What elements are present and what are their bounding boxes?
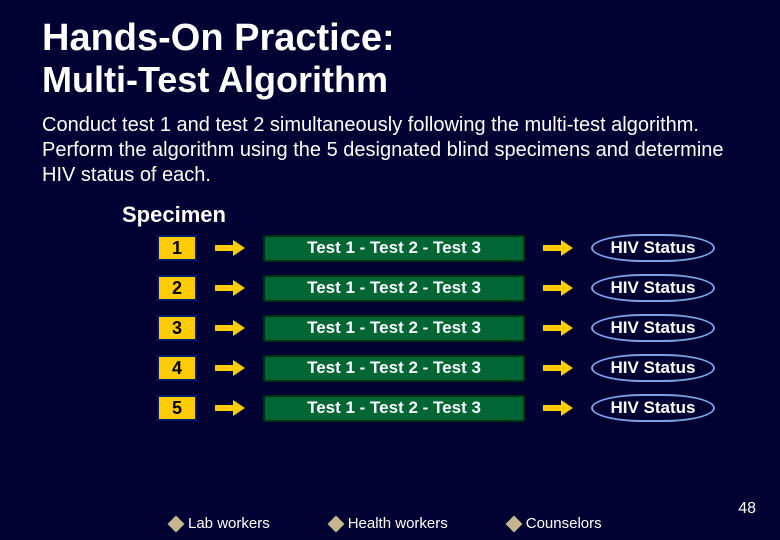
tests-box: Test 1 - Test 2 - Test 3 bbox=[263, 275, 525, 302]
tests-box: Test 1 - Test 2 - Test 3 bbox=[263, 315, 525, 342]
specimen-row: 3 Test 1 - Test 2 - Test 3 HIV Status bbox=[157, 314, 738, 342]
specimen-heading: Specimen bbox=[122, 202, 738, 228]
specimen-row: 1 Test 1 - Test 2 - Test 3 HIV Status bbox=[157, 234, 738, 262]
specimen-number-box: 5 bbox=[157, 395, 197, 421]
hiv-status-box: HIV Status bbox=[591, 234, 715, 262]
tests-box: Test 1 - Test 2 - Test 3 bbox=[263, 355, 525, 382]
arrow-right-icon bbox=[215, 319, 245, 337]
arrow-right-icon bbox=[543, 399, 573, 417]
hiv-status-box: HIV Status bbox=[591, 314, 715, 342]
specimen-rows: 1 Test 1 - Test 2 - Test 3 HIV Status 2 … bbox=[157, 234, 738, 422]
arrow-right-icon bbox=[543, 279, 573, 297]
arrow-right-icon bbox=[215, 359, 245, 377]
legend-label: Health workers bbox=[348, 515, 448, 532]
legend-item: Counselors bbox=[508, 515, 602, 532]
arrow-right-icon bbox=[215, 399, 245, 417]
specimen-number-box: 2 bbox=[157, 275, 197, 301]
arrow-right-icon bbox=[215, 239, 245, 257]
tests-box: Test 1 - Test 2 - Test 3 bbox=[263, 235, 525, 262]
slide-number: 48 bbox=[738, 500, 756, 518]
slide-body-text: Conduct test 1 and test 2 simultaneously… bbox=[42, 113, 738, 188]
arrow-right-icon bbox=[543, 359, 573, 377]
hiv-status-box: HIV Status bbox=[591, 274, 715, 302]
specimen-row: 4 Test 1 - Test 2 - Test 3 HIV Status bbox=[157, 354, 738, 382]
tests-box: Test 1 - Test 2 - Test 3 bbox=[263, 395, 525, 422]
specimen-row: 5 Test 1 - Test 2 - Test 3 HIV Status bbox=[157, 394, 738, 422]
diamond-icon bbox=[505, 515, 522, 532]
specimen-number-box: 3 bbox=[157, 315, 197, 341]
diamond-icon bbox=[168, 515, 185, 532]
arrow-right-icon bbox=[543, 239, 573, 257]
arrow-right-icon bbox=[543, 319, 573, 337]
specimen-number-box: 4 bbox=[157, 355, 197, 381]
specimen-row: 2 Test 1 - Test 2 - Test 3 HIV Status bbox=[157, 274, 738, 302]
slide-title-line1: Hands-On Practice: bbox=[42, 18, 738, 60]
legend-item: Lab workers bbox=[170, 515, 270, 532]
legend: Lab workers Health workers Counselors bbox=[170, 515, 780, 532]
arrow-right-icon bbox=[215, 279, 245, 297]
slide-title-line2: Multi-Test Algorithm bbox=[42, 60, 738, 100]
hiv-status-box: HIV Status bbox=[591, 354, 715, 382]
legend-label: Counselors bbox=[526, 515, 602, 532]
hiv-status-box: HIV Status bbox=[591, 394, 715, 422]
specimen-number-box: 1 bbox=[157, 235, 197, 261]
diamond-icon bbox=[327, 515, 344, 532]
legend-item: Health workers bbox=[330, 515, 448, 532]
legend-label: Lab workers bbox=[188, 515, 270, 532]
